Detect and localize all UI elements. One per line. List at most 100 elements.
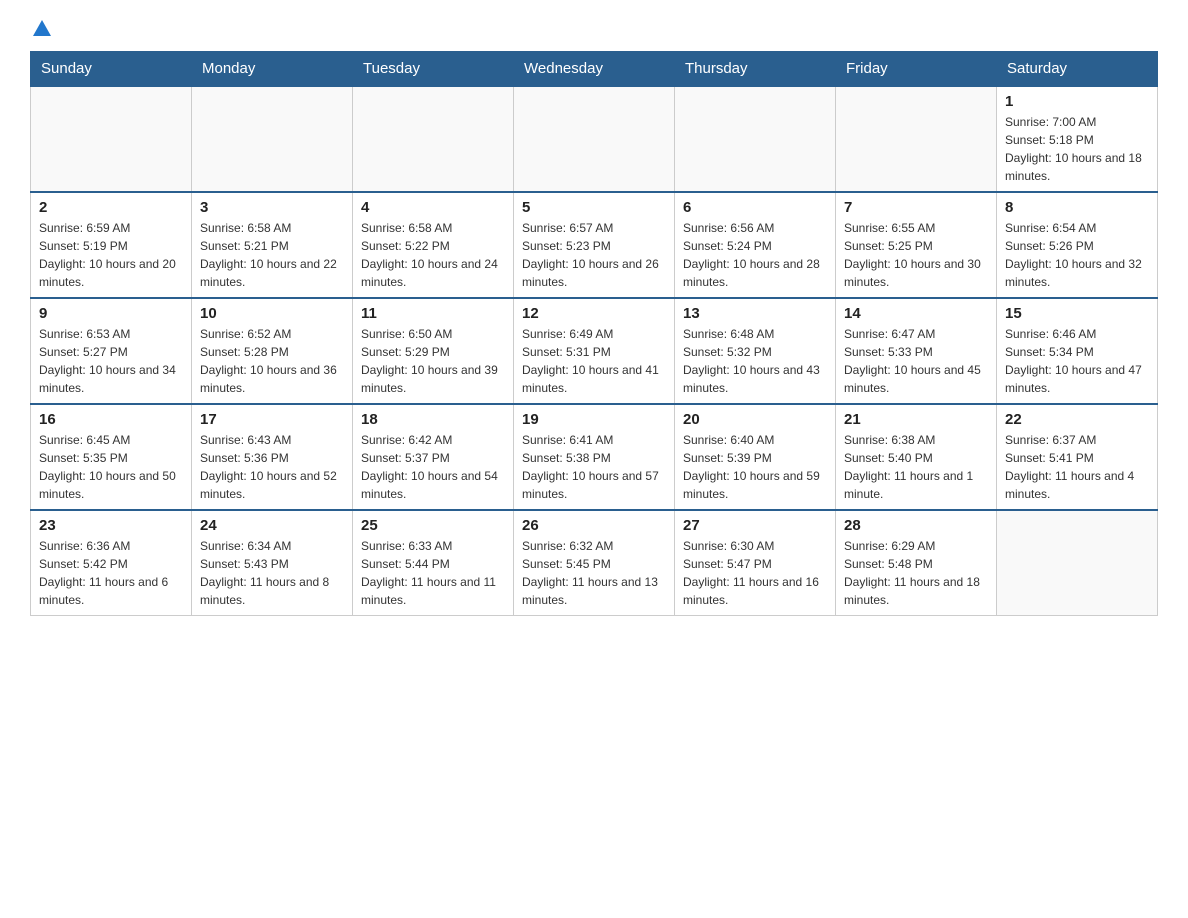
day-number: 10 (200, 305, 344, 322)
calendar-cell: 23 Sunrise: 6:36 AMSunset: 5:42 PMDayligh… (31, 510, 192, 616)
logo (30, 20, 51, 41)
calendar-cell: 28 Sunrise: 6:29 AMSunset: 5:48 PMDayligh… (836, 510, 997, 616)
calendar-cell: 8 Sunrise: 6:54 AMSunset: 5:26 PMDaylight… (997, 192, 1158, 298)
day-number: 12 (522, 305, 666, 322)
day-number: 4 (361, 199, 505, 216)
day-info: Sunrise: 6:59 AMSunset: 5:19 PMDaylight:… (39, 219, 183, 291)
day-info: Sunrise: 6:56 AMSunset: 5:24 PMDaylight:… (683, 219, 827, 291)
calendar-cell: 1 Sunrise: 7:00 AMSunset: 5:18 PMDaylight… (997, 86, 1158, 192)
weekday-header-wednesday: Wednesday (514, 51, 675, 86)
day-number: 11 (361, 305, 505, 322)
day-number: 1 (1005, 93, 1149, 110)
day-info: Sunrise: 6:41 AMSunset: 5:38 PMDaylight:… (522, 431, 666, 503)
weekday-header-sunday: Sunday (31, 51, 192, 86)
day-number: 27 (683, 517, 827, 534)
day-info: Sunrise: 6:50 AMSunset: 5:29 PMDaylight:… (361, 325, 505, 397)
calendar-cell (353, 86, 514, 192)
day-number: 19 (522, 411, 666, 428)
day-info: Sunrise: 6:48 AMSunset: 5:32 PMDaylight:… (683, 325, 827, 397)
calendar-cell (514, 86, 675, 192)
calendar-cell: 11 Sunrise: 6:50 AMSunset: 5:29 PMDayligh… (353, 298, 514, 404)
weekday-header-tuesday: Tuesday (353, 51, 514, 86)
day-number: 13 (683, 305, 827, 322)
calendar-cell: 27Sunrise: 6:30 AMSunset: 5:47 PMDayligh… (675, 510, 836, 616)
day-number: 9 (39, 305, 183, 322)
calendar-cell: 7 Sunrise: 6:55 AMSunset: 5:25 PMDaylight… (836, 192, 997, 298)
calendar-cell (192, 86, 353, 192)
calendar-cell: 26 Sunrise: 6:32 AMSunset: 5:45 PMDayligh… (514, 510, 675, 616)
day-info: Sunrise: 6:58 AMSunset: 5:21 PMDaylight:… (200, 219, 344, 291)
weekday-header-saturday: Saturday (997, 51, 1158, 86)
day-number: 7 (844, 199, 988, 216)
day-info: Sunrise: 6:47 AMSunset: 5:33 PMDaylight:… (844, 325, 988, 397)
day-info: Sunrise: 6:46 AMSunset: 5:34 PMDaylight:… (1005, 325, 1149, 397)
day-info: Sunrise: 6:43 AMSunset: 5:36 PMDaylight:… (200, 431, 344, 503)
day-number: 20 (683, 411, 827, 428)
calendar-cell: 15Sunrise: 6:46 AMSunset: 5:34 PMDayligh… (997, 298, 1158, 404)
day-info: Sunrise: 6:40 AMSunset: 5:39 PMDaylight:… (683, 431, 827, 503)
page-header (30, 20, 1158, 41)
calendar-cell: 4 Sunrise: 6:58 AMSunset: 5:22 PMDaylight… (353, 192, 514, 298)
week-row-5: 23 Sunrise: 6:36 AMSunset: 5:42 PMDayligh… (31, 510, 1158, 616)
calendar-cell: 3 Sunrise: 6:58 AMSunset: 5:21 PMDaylight… (192, 192, 353, 298)
day-info: Sunrise: 6:34 AMSunset: 5:43 PMDaylight:… (200, 537, 344, 609)
day-info: Sunrise: 6:32 AMSunset: 5:45 PMDaylight:… (522, 537, 666, 609)
day-number: 21 (844, 411, 988, 428)
calendar-cell: 22 Sunrise: 6:37 AMSunset: 5:41 PMDayligh… (997, 404, 1158, 510)
day-info: Sunrise: 6:52 AMSunset: 5:28 PMDaylight:… (200, 325, 344, 397)
day-info: Sunrise: 6:57 AMSunset: 5:23 PMDaylight:… (522, 219, 666, 291)
calendar-cell: 5 Sunrise: 6:57 AMSunset: 5:23 PMDaylight… (514, 192, 675, 298)
calendar-cell: 16Sunrise: 6:45 AMSunset: 5:35 PMDayligh… (31, 404, 192, 510)
calendar-cell: 25 Sunrise: 6:33 AMSunset: 5:44 PMDayligh… (353, 510, 514, 616)
calendar-cell (836, 86, 997, 192)
calendar-cell: 21 Sunrise: 6:38 AMSunset: 5:40 PMDayligh… (836, 404, 997, 510)
day-number: 6 (683, 199, 827, 216)
day-info: Sunrise: 6:55 AMSunset: 5:25 PMDaylight:… (844, 219, 988, 291)
day-number: 26 (522, 517, 666, 534)
day-number: 17 (200, 411, 344, 428)
calendar-cell: 20 Sunrise: 6:40 AMSunset: 5:39 PMDayligh… (675, 404, 836, 510)
day-number: 28 (844, 517, 988, 534)
calendar-cell: 14 Sunrise: 6:47 AMSunset: 5:33 PMDayligh… (836, 298, 997, 404)
calendar-cell (31, 86, 192, 192)
day-info: Sunrise: 6:29 AMSunset: 5:48 PMDaylight:… (844, 537, 988, 609)
logo-arrow-icon (33, 20, 51, 36)
calendar-cell: 6 Sunrise: 6:56 AMSunset: 5:24 PMDaylight… (675, 192, 836, 298)
calendar-cell: 17 Sunrise: 6:43 AMSunset: 5:36 PMDayligh… (192, 404, 353, 510)
day-info: Sunrise: 6:37 AMSunset: 5:41 PMDaylight:… (1005, 431, 1149, 503)
week-row-3: 9 Sunrise: 6:53 AMSunset: 5:27 PMDaylight… (31, 298, 1158, 404)
day-info: Sunrise: 6:33 AMSunset: 5:44 PMDaylight:… (361, 537, 505, 609)
day-number: 2 (39, 199, 183, 216)
day-number: 24 (200, 517, 344, 534)
day-info: Sunrise: 6:49 AMSunset: 5:31 PMDaylight:… (522, 325, 666, 397)
calendar-cell: 13 Sunrise: 6:48 AMSunset: 5:32 PMDayligh… (675, 298, 836, 404)
day-info: Sunrise: 7:00 AMSunset: 5:18 PMDaylight:… (1005, 113, 1149, 185)
day-number: 5 (522, 199, 666, 216)
week-row-2: 2 Sunrise: 6:59 AMSunset: 5:19 PMDaylight… (31, 192, 1158, 298)
day-number: 8 (1005, 199, 1149, 216)
day-number: 3 (200, 199, 344, 216)
calendar-cell (675, 86, 836, 192)
calendar-cell (997, 510, 1158, 616)
day-number: 23 (39, 517, 183, 534)
weekday-header-thursday: Thursday (675, 51, 836, 86)
day-info: Sunrise: 6:38 AMSunset: 5:40 PMDaylight:… (844, 431, 988, 503)
day-info: Sunrise: 6:53 AMSunset: 5:27 PMDaylight:… (39, 325, 183, 397)
calendar-cell: 9 Sunrise: 6:53 AMSunset: 5:27 PMDaylight… (31, 298, 192, 404)
day-number: 22 (1005, 411, 1149, 428)
weekday-header-row: SundayMondayTuesdayWednesdayThursdayFrid… (31, 51, 1158, 86)
calendar-cell: 10 Sunrise: 6:52 AMSunset: 5:28 PMDayligh… (192, 298, 353, 404)
day-number: 25 (361, 517, 505, 534)
weekday-header-friday: Friday (836, 51, 997, 86)
week-row-4: 16Sunrise: 6:45 AMSunset: 5:35 PMDayligh… (31, 404, 1158, 510)
calendar-cell: 2 Sunrise: 6:59 AMSunset: 5:19 PMDaylight… (31, 192, 192, 298)
day-number: 16 (39, 411, 183, 428)
day-info: Sunrise: 6:54 AMSunset: 5:26 PMDaylight:… (1005, 219, 1149, 291)
day-number: 18 (361, 411, 505, 428)
calendar-cell: 19 Sunrise: 6:41 AMSunset: 5:38 PMDayligh… (514, 404, 675, 510)
weekday-header-monday: Monday (192, 51, 353, 86)
day-info: Sunrise: 6:58 AMSunset: 5:22 PMDaylight:… (361, 219, 505, 291)
day-number: 14 (844, 305, 988, 322)
week-row-1: 1 Sunrise: 7:00 AMSunset: 5:18 PMDaylight… (31, 86, 1158, 192)
day-info: Sunrise: 6:36 AMSunset: 5:42 PMDaylight:… (39, 537, 183, 609)
